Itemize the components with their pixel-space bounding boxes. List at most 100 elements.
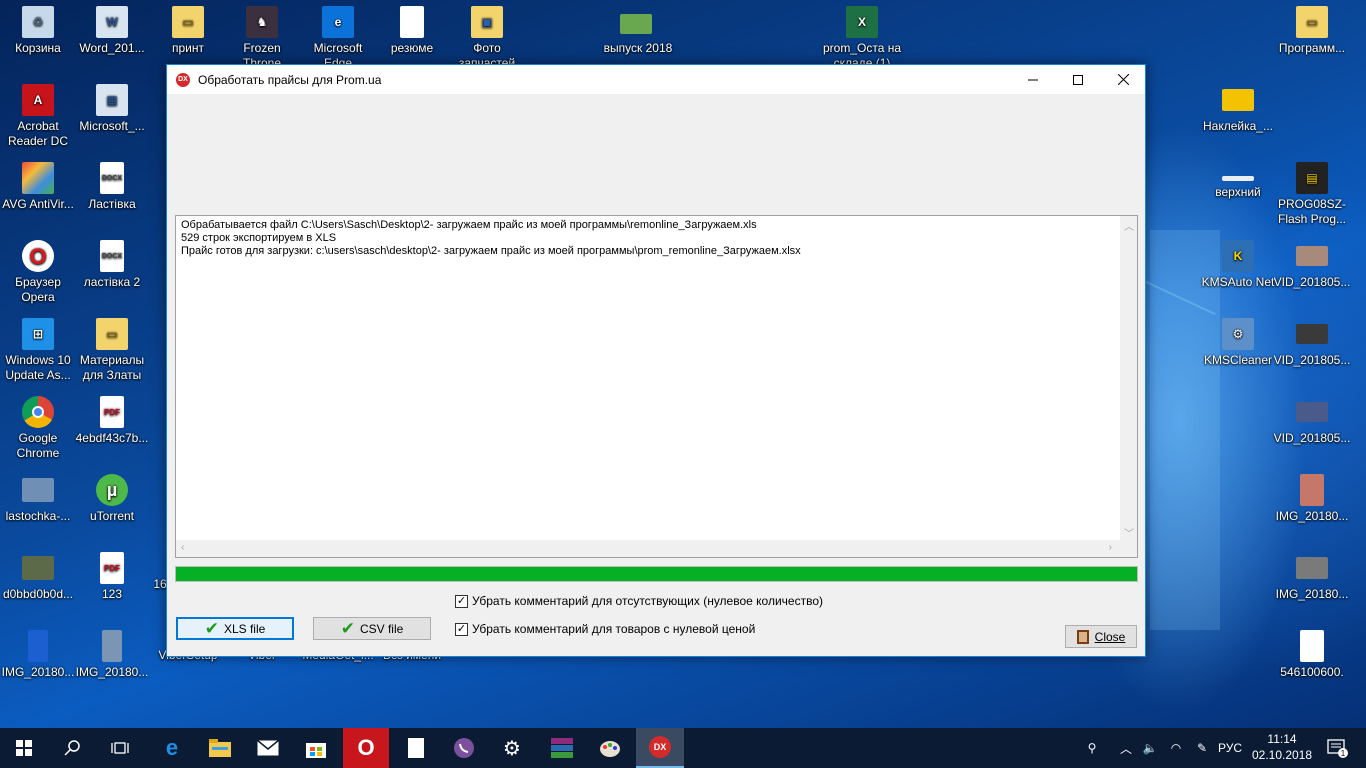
action-center-button[interactable]: 1 xyxy=(1318,728,1358,768)
desktop-icon-pdf-123[interactable]: PDF 123 xyxy=(74,552,150,602)
scroll-right-icon[interactable]: › xyxy=(1109,542,1112,553)
desktop-icon-top[interactable]: верхний xyxy=(1198,176,1278,200)
xls-file-button[interactable]: ✔ XLS file xyxy=(176,617,294,640)
desktop-icon-programs[interactable]: ▭ Программ... xyxy=(1272,6,1352,56)
horizontal-scrollbar[interactable]: ‹ › xyxy=(176,540,1122,557)
desktop-icon-img-4[interactable]: IMG_20180... xyxy=(1272,552,1352,602)
desktop-icon-avg[interactable]: AVG AntiVir... xyxy=(0,162,76,212)
desktop-icon-lastochka[interactable]: lastochka-... xyxy=(0,474,76,524)
desktop-icon-img-2[interactable]: IMG_20180... xyxy=(74,630,150,680)
folder-icon: ▭ xyxy=(96,318,128,350)
taskbar-document[interactable] xyxy=(392,728,440,768)
scroll-up-icon[interactable]: ︿ xyxy=(1124,218,1134,233)
image-icon xyxy=(1222,176,1254,181)
start-button[interactable] xyxy=(0,728,48,768)
desktop-icon-release-2018[interactable]: выпуск 2018 xyxy=(598,6,674,56)
desktop-icon-edge[interactable]: e Microsoft Edge xyxy=(300,6,376,64)
desktop: ♻ Корзина W Word_201... ▭ принт ♞ Frozen… xyxy=(0,0,1366,728)
taskbar-store[interactable] xyxy=(292,728,340,768)
chip-icon: ▤ xyxy=(1296,162,1328,194)
window-titlebar[interactable]: DX Обработать прайсы для Prom.ua xyxy=(167,65,1145,94)
desktop-icon-print-folder[interactable]: ▭ принт xyxy=(150,6,226,56)
wifi-icon: ◠ xyxy=(1170,741,1182,755)
tray-clock[interactable]: 11:14 02.10.2018 xyxy=(1250,731,1314,763)
app-window: DX Обработать прайсы для Prom.ua Обрабат… xyxy=(166,64,1146,657)
taskbar-explorer[interactable] xyxy=(196,728,244,768)
desktop-icon-d0bbd[interactable]: d0bbd0b0d... xyxy=(0,552,76,602)
checkbox-zero-price[interactable]: ✓ xyxy=(455,622,468,636)
tray-language[interactable]: РУС xyxy=(1214,728,1246,768)
desktop-icon-microsoft-installer[interactable]: ▦ Microsoft_... xyxy=(74,84,150,134)
desktop-icon-img-1[interactable]: IMG_20180... xyxy=(0,630,76,680)
log-textarea[interactable]: Обрабатывается файл C:\Users\Sasch\Deskt… xyxy=(175,215,1138,558)
desktop-icon-word-shortcut[interactable]: W Word_201... xyxy=(74,6,150,56)
desktop-icon-pdf-4ebdf[interactable]: PDF 4ebdf43c7b... xyxy=(74,396,150,446)
image-icon xyxy=(22,556,54,580)
clock-time: 11:14 xyxy=(1267,732,1297,746)
checkbox-missing-items[interactable]: ✓ xyxy=(455,594,468,608)
desktop-icon-vid-1[interactable]: VID_201805... xyxy=(1272,240,1352,290)
desktop-icon-img-3[interactable]: IMG_20180... xyxy=(1272,474,1352,524)
docx-icon: DOCX xyxy=(100,240,124,272)
search-button[interactable] xyxy=(48,728,96,768)
task-view-button[interactable] xyxy=(96,728,144,768)
checkbox-missing-items-label: Убрать комментарий для отсутствующих (ну… xyxy=(472,594,823,608)
taskbar-edge[interactable]: e xyxy=(148,728,196,768)
taskbar-opera[interactable]: O xyxy=(343,728,389,768)
tray-people[interactable]: ⚲ xyxy=(1080,728,1104,768)
chrome-icon xyxy=(22,396,54,428)
taskbar-paint[interactable] xyxy=(586,728,634,768)
tray-pen[interactable]: ✎ xyxy=(1190,728,1214,768)
desktop-icon-acrobat[interactable]: A Acrobat Reader DC xyxy=(0,84,76,149)
maximize-button[interactable] xyxy=(1055,65,1101,94)
tray-volume[interactable]: 🔈 xyxy=(1138,728,1162,768)
desktop-icon-frozen-throne[interactable]: ♞ Frozen Throne xyxy=(224,6,300,64)
kms-icon: K xyxy=(1222,240,1254,272)
pdf-icon: PDF xyxy=(100,396,124,428)
desktop-icon-utorrent[interactable]: µ uTorrent xyxy=(74,474,150,524)
desktop-icon-vid-2[interactable]: VID_201805... xyxy=(1272,318,1352,368)
csv-file-button[interactable]: ✔ CSV file xyxy=(313,617,431,640)
taskbar-winrar[interactable] xyxy=(538,728,586,768)
taskbar-mail[interactable] xyxy=(244,728,292,768)
desktop-icon-prom-stock[interactable]: X prom_Оста на складе (1) xyxy=(820,6,904,64)
desktop-icon-vid-3[interactable]: VID_201805... xyxy=(1272,396,1352,446)
desktop-icon-prog08sz[interactable]: ▤ PROG08SZ-Flash Prog... xyxy=(1272,162,1352,227)
desktop-icon-sticker[interactable]: Наклейка_... xyxy=(1198,84,1278,134)
taskbar-dx-app[interactable]: DX xyxy=(636,728,684,768)
tray-show-hidden[interactable]: ︿ xyxy=(1116,728,1136,768)
search-icon xyxy=(64,740,80,756)
close-icon xyxy=(1117,74,1129,85)
desktop-icon-opera[interactable]: O Браузер Opera xyxy=(0,240,76,305)
chevron-up-icon: ︿ xyxy=(1119,741,1132,756)
dx-app-icon: DX xyxy=(649,736,671,758)
desktop-icon-photo-parts[interactable]: ▣ Фото запчастей xyxy=(449,6,525,64)
minimize-button[interactable] xyxy=(1010,65,1056,94)
checkbox-row-missing[interactable]: ✓ Убрать комментарий для отсутствующих (… xyxy=(455,594,823,608)
desktop-icon-materials[interactable]: ▭ Материалы для Златы xyxy=(74,318,150,383)
log-line: Прайс готов для загрузки: c:\users\sasch… xyxy=(181,245,801,257)
winrar-icon xyxy=(551,738,573,758)
desktop-icon-lastivka[interactable]: DOCX Ластівка xyxy=(74,162,150,212)
tray-network[interactable]: ◠ xyxy=(1164,728,1188,768)
desktop-icon-546100600[interactable]: 546100600. xyxy=(1272,630,1352,680)
desktop-icon-win10-update[interactable]: ⊞ Windows 10 Update As... xyxy=(0,318,76,383)
taskbar-viber[interactable] xyxy=(440,728,488,768)
taskbar-settings[interactable]: ⚙ xyxy=(488,728,536,768)
desktop-icon-resume[interactable]: резюме xyxy=(374,6,450,56)
vertical-scrollbar[interactable]: ︿ ﹀ xyxy=(1120,216,1137,542)
checkbox-row-zero-price[interactable]: ✓ Убрать комментарий для товаров с нулев… xyxy=(455,622,755,636)
checkbox-zero-price-label: Убрать комментарий для товаров с нулевой… xyxy=(472,622,756,636)
desktop-icon-recycle-bin[interactable]: ♻ Корзина xyxy=(0,6,76,56)
desktop-icon-kmsauto[interactable]: K KMSAuto Net xyxy=(1198,240,1278,290)
desktop-icon-lastivka-2[interactable]: DOCX ластівка 2 xyxy=(74,240,150,290)
mail-icon xyxy=(257,740,279,756)
desktop-icon-chrome[interactable]: Google Chrome xyxy=(0,396,76,461)
desktop-icon-kmscleaner[interactable]: ⚙ KMSCleaner xyxy=(1198,318,1278,368)
csv-file-button-label: CSV file xyxy=(359,621,404,636)
video-icon xyxy=(1296,246,1328,266)
scroll-left-icon[interactable]: ‹ xyxy=(181,542,184,553)
close-button[interactable]: Close xyxy=(1065,625,1137,648)
close-window-button[interactable] xyxy=(1100,65,1146,94)
scroll-down-icon[interactable]: ﹀ xyxy=(1124,525,1134,540)
